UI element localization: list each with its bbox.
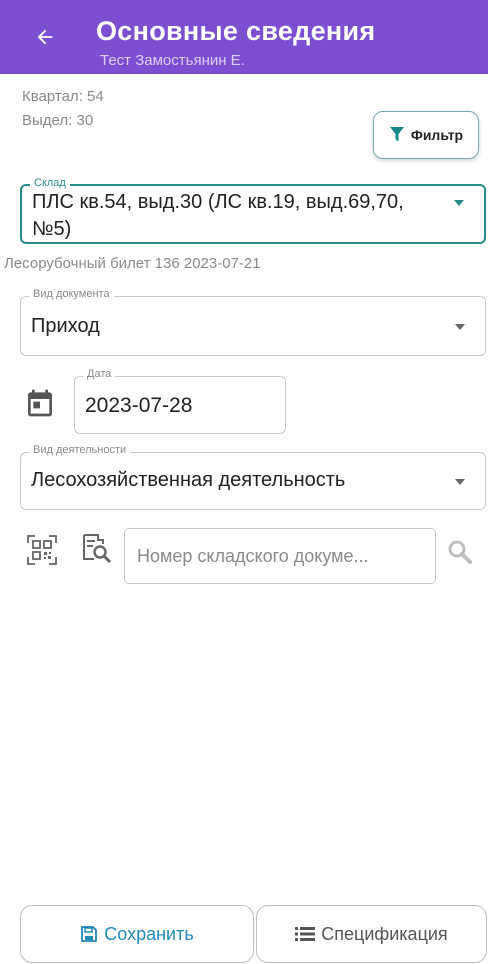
chevron-down-icon	[455, 324, 465, 330]
filter-button-label: Фильтр	[410, 127, 464, 143]
date-value: 2023-07-28	[85, 394, 193, 417]
filter-button[interactable]: Фильтр	[373, 111, 479, 159]
document-type-label: Вид документа	[29, 288, 114, 300]
document-search-icon[interactable]	[80, 532, 112, 564]
back-button[interactable]	[28, 20, 62, 54]
warehouse-value-line2: №5)	[32, 218, 72, 240]
document-number-search[interactable]	[124, 528, 439, 584]
document-type-select[interactable]: Вид документа Приход	[20, 288, 486, 356]
activity-type-select[interactable]: Вид деятельности Лесохозяйственная деяте…	[20, 444, 486, 510]
page-subtitle: Тест Замостьянин Е.	[100, 52, 245, 69]
document-number-input[interactable]	[125, 529, 439, 583]
quarter-label: Квартал: 54	[22, 88, 104, 105]
page-title: Основные сведения	[96, 16, 376, 46]
app-bar: Основные сведения Тест Замостьянин Е.	[0, 0, 488, 74]
list-icon	[295, 927, 316, 941]
specification-button[interactable]: Спецификация	[256, 905, 487, 963]
warehouse-value: ПЛС кв.54, выд.30 (ЛС кв.19, выд.69,70, …	[32, 189, 404, 243]
chevron-down-icon	[455, 479, 465, 485]
qr-scan-icon[interactable]	[26, 534, 58, 566]
activity-type-value: Лесохозяйственная деятельность	[31, 469, 346, 491]
specification-button-label: Спецификация	[321, 923, 448, 944]
plot-label: Выдел: 30	[22, 112, 94, 129]
filter-icon	[389, 127, 404, 142]
warehouse-select[interactable]: Склад ПЛС кв.54, выд.30 (ЛС кв.19, выд.6…	[20, 177, 486, 244]
warehouse-label: Склад	[30, 177, 70, 189]
activity-type-label: Вид деятельности	[29, 444, 131, 456]
search-icon[interactable]	[447, 539, 473, 565]
chevron-down-icon	[454, 200, 464, 206]
save-button-label: Сохранить	[104, 923, 194, 944]
document-type-value: Приход	[31, 315, 100, 337]
save-button[interactable]: Сохранить	[20, 905, 254, 963]
date-field[interactable]: Дата 2023-07-28	[74, 368, 286, 434]
logging-permit-text: Лесорубочный билет 136 2023-07-21	[4, 255, 261, 272]
save-icon	[81, 926, 98, 942]
date-label: Дата	[83, 368, 116, 380]
calendar-icon[interactable]	[24, 387, 56, 419]
warehouse-value-line1: ПЛС кв.54, выд.30 (ЛС кв.19, выд.69,70,	[32, 191, 404, 213]
arrow-left-icon	[37, 29, 53, 45]
